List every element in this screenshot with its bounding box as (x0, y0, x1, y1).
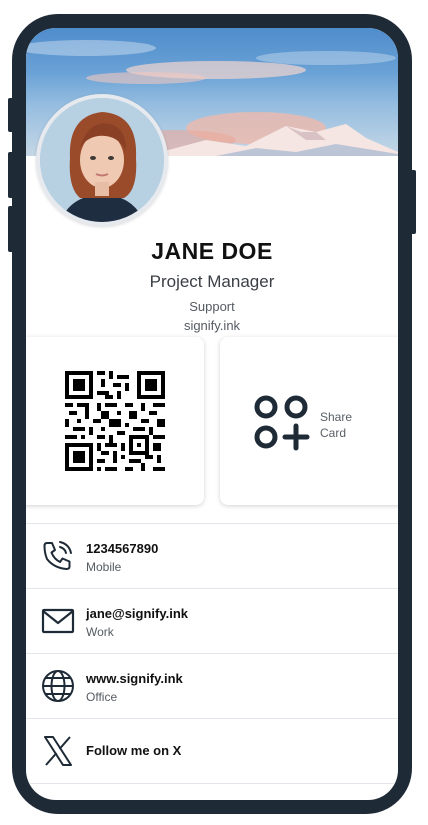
share-card-label-line2: Card (320, 426, 347, 440)
avatar (36, 94, 168, 226)
contact-phone-value: 1234567890 (86, 541, 159, 556)
contact-website-value: www.signify.ink (86, 671, 183, 686)
contact-list: 1234567890 Mobile jane@signify.ink Work (26, 523, 398, 784)
globe-icon (42, 670, 74, 702)
x-logo-icon (44, 736, 72, 766)
contact-row-phone[interactable]: 1234567890 Mobile (26, 524, 398, 589)
profile-title: Project Manager (149, 272, 275, 291)
share-card-label-line1: Share (320, 410, 353, 424)
contact-x-value: Follow me on X (86, 743, 182, 758)
phone-icon (43, 541, 72, 570)
contact-phone-label: Mobile (86, 560, 122, 574)
profile-name: JANE DOE (151, 238, 273, 264)
mail-icon (41, 608, 75, 634)
share-card-icon (254, 395, 310, 451)
qr-code (65, 371, 165, 471)
qr-card (26, 337, 204, 505)
contact-website-label: Office (86, 690, 118, 704)
contact-row-x[interactable]: Follow me on X (26, 719, 398, 784)
profile-department: Support (189, 299, 235, 314)
contact-row-website[interactable]: www.signify.ink Office (26, 654, 398, 719)
profile-company: signify.ink (183, 318, 241, 333)
share-card-button[interactable]: Share Card (220, 337, 398, 505)
contact-email-label: Work (86, 625, 114, 639)
contact-row-email[interactable]: jane@signify.ink Work (26, 589, 398, 654)
phone-screen: JANE DOE Project Manager Support signify… (26, 28, 398, 800)
contact-email-value: jane@signify.ink (86, 606, 189, 621)
